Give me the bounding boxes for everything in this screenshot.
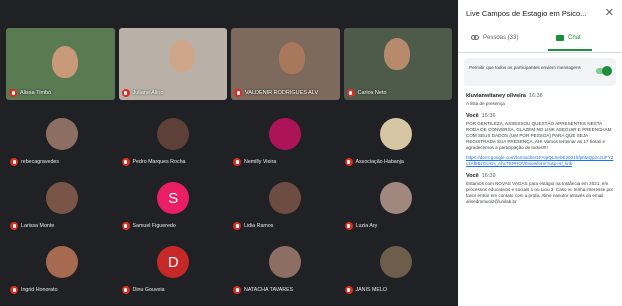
participant-avatar [380, 118, 413, 150]
participant-avatar [268, 118, 301, 150]
video-tile-name: VALDENIR RODRIGUES ALV [234, 89, 318, 97]
message-text: POR GENTILEZA, ASSESSOU QUESTÃO APRESENT… [466, 121, 612, 150]
active-tab-indicator [548, 49, 592, 51]
setting-label: Permitir que todos os participantes envi… [469, 65, 581, 70]
mic-off-icon [121, 222, 130, 230]
mic-off-icon [234, 89, 242, 97]
participant-tile[interactable]: Luzia Ary [341, 174, 453, 238]
panel-tabs: Pessoas (33) Chat [458, 30, 622, 53]
participant-face [52, 46, 78, 78]
participant-name: Pedro Marques Rocha [121, 158, 186, 166]
participant-name: NATACHA TAVARES [233, 286, 293, 294]
participant-tile[interactable]: JANIS MELO [341, 238, 453, 302]
message-time: 16:36 [481, 113, 496, 119]
video-tile[interactable]: Alissa Timbó [6, 28, 115, 100]
mic-off-icon [233, 222, 241, 230]
video-strip: Alissa Timbó Juliane Alino VALDENIR RODR… [6, 28, 452, 100]
participant-tile[interactable]: Ingrid Honorato [6, 238, 118, 302]
mic-off-icon [233, 158, 241, 166]
video-tile[interactable]: VALDENIR RODRIGUES ALV [231, 28, 340, 100]
message-link[interactable]: https://docs.google.com/forms/d/e/1FAIpQ… [466, 155, 614, 167]
participant-face [168, 40, 195, 72]
participant-avatar [380, 246, 413, 278]
side-panel: Live Campos de Estagio em Psico... ✕ Pes… [458, 0, 622, 306]
tile-row: Ingrid Honorato D Dinu Gouveia NATACHA TA… [6, 238, 452, 302]
mic-off-icon [121, 158, 130, 166]
message-time: 16:39 [481, 173, 496, 179]
video-tile[interactable]: Carlos Neto [343, 28, 452, 100]
tab-people[interactable]: Pessoas (33) [470, 35, 518, 41]
video-tile[interactable]: Juliane Alino [118, 28, 227, 100]
participant-avatar [45, 246, 78, 278]
participant-tile[interactable]: Nemilly Vieira [229, 110, 341, 174]
participant-avatar [45, 182, 78, 214]
participant-tile[interactable]: D Dinu Gouveia [118, 238, 230, 302]
participant-name: Luzia Ary [344, 222, 377, 230]
participant-tile[interactable]: Pedro Marques Rocha [118, 110, 230, 174]
mic-off-icon [9, 89, 17, 97]
participant-name: Larissa Monte [10, 222, 54, 230]
message-sender: Você 16:36 [466, 113, 496, 119]
chat-message: kluvianwitaney oliveira 16:36 A lista de … [466, 93, 614, 107]
participant-avatar [45, 118, 78, 150]
video-tile-name: Juliane Alino [121, 89, 163, 97]
allow-messages-toggle[interactable] [596, 66, 612, 76]
mic-off-icon [344, 286, 353, 294]
participant-avatar [268, 182, 301, 214]
participant-avatar: S [157, 182, 190, 214]
mic-off-icon [344, 158, 353, 166]
participant-name: Nemilly Vieira [233, 158, 276, 166]
chat-message: Você 16:39 Estamos com NOVAS VAGAS para e… [466, 173, 614, 205]
participant-tile[interactable]: rebecagravedes [6, 110, 118, 174]
message-sender: Você 16:39 [466, 173, 496, 179]
participant-face [383, 38, 410, 70]
mic-off-icon [10, 222, 18, 230]
close-icon[interactable]: ✕ [605, 6, 614, 19]
participant-avatar: D [157, 246, 190, 278]
participant-name: Dinu Gouveia [121, 286, 165, 294]
participant-name: Samuel Figueredo [121, 222, 176, 230]
participant-name: Associação Habanja [344, 158, 404, 166]
participant-face [279, 42, 305, 74]
participant-tile[interactable]: S Samuel Figueredo [118, 174, 230, 238]
participant-avatar [268, 246, 301, 278]
participant-name: Lidia Ramos [233, 222, 273, 230]
tile-row: Larissa Monte S Samuel Figueredo Lidia Ra… [6, 174, 452, 238]
participant-tile[interactable]: Associação Habanja [341, 110, 453, 174]
tile-row: rebecagravedes Pedro Marques Rocha Nemil… [6, 110, 452, 174]
participant-tile[interactable]: Larissa Monte [6, 174, 118, 238]
toggle-knob [602, 66, 612, 76]
participant-tile[interactable]: NATACHA TAVARES [229, 238, 341, 302]
message-text: A lista de presença [466, 101, 505, 106]
app-root: Alissa Timbó Juliane Alino VALDENIR RODR… [0, 0, 622, 306]
meeting-grid: Alissa Timbó Juliane Alino VALDENIR RODR… [0, 0, 458, 306]
video-tile-name: Alissa Timbó [9, 89, 51, 97]
chat-permission-setting: Permitir que todos os participantes envi… [464, 58, 616, 86]
participant-name: Ingrid Honorato [10, 286, 58, 294]
participant-tiles: rebecagravedes Pedro Marques Rocha Nemil… [6, 110, 452, 302]
mic-off-icon [10, 158, 18, 166]
chat-messages: kluvianwitaney oliveira 16:36 A lista de … [466, 93, 614, 211]
panel-title: Live Campos de Estagio em Psico... [466, 9, 587, 18]
chat-icon [556, 35, 564, 41]
message-time: 16:36 [528, 93, 543, 99]
participant-name: JANIS MELO [344, 286, 387, 294]
people-icon [470, 35, 479, 41]
mic-off-icon [344, 222, 353, 230]
mic-off-icon [10, 286, 18, 294]
participant-avatar [380, 182, 413, 214]
tab-chat[interactable]: Chat [556, 35, 581, 41]
participant-avatar [157, 118, 190, 150]
participant-tile[interactable]: Lidia Ramos [229, 174, 341, 238]
mic-off-icon [121, 286, 130, 294]
participant-name: rebecagravedes [10, 158, 59, 166]
mic-off-icon [121, 89, 130, 97]
mic-off-icon [346, 89, 355, 97]
chat-message: Você 16:36 POR GENTILEZA, ASSESSOU QUESTÃ… [466, 113, 614, 167]
mic-off-icon [233, 286, 241, 294]
message-text: Estamos com NOVAS VAGAS para estágio na … [466, 181, 614, 204]
message-sender: kluvianwitaney oliveira 16:36 [466, 93, 543, 99]
video-tile-name: Carlos Neto [346, 89, 387, 97]
